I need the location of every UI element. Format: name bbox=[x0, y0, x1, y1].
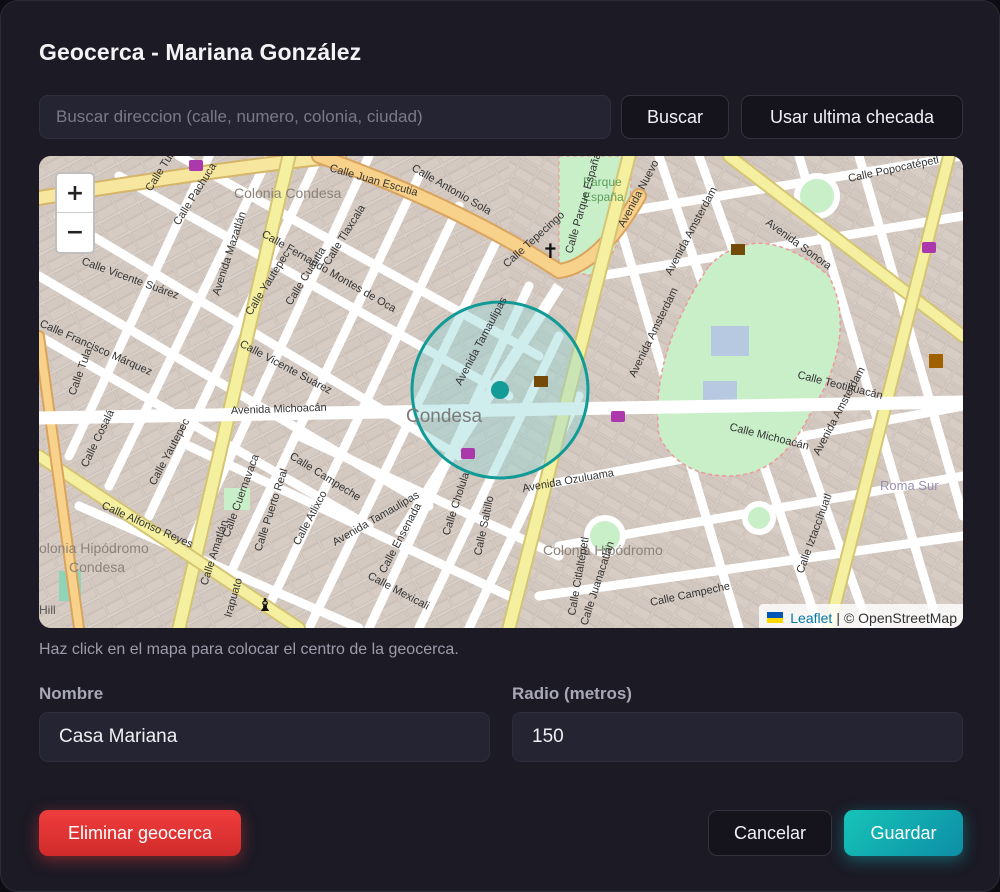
label-colonia-condesa: Colonia Condesa bbox=[234, 185, 342, 201]
geofence-dialog: Geocerca - Mariana González Buscar Usar … bbox=[0, 0, 1000, 892]
osm-attribution[interactable]: © OpenStreetMap bbox=[844, 610, 957, 626]
cancel-button[interactable]: Cancelar bbox=[708, 810, 832, 856]
name-input[interactable] bbox=[39, 712, 490, 762]
book-icon bbox=[534, 376, 548, 387]
map-tiles[interactable]: ✝ ♝ Colonia Condesa Condesa olonia Hipód… bbox=[39, 156, 963, 628]
shop-icon bbox=[189, 160, 203, 171]
shop-icon bbox=[611, 411, 625, 422]
map-hint: Haz click en el mapa para colocar el cen… bbox=[39, 641, 459, 658]
delete-geofence-button[interactable]: Eliminar geocerca bbox=[39, 810, 241, 856]
save-button[interactable]: Guardar bbox=[844, 810, 963, 856]
map-container[interactable]: ✝ ♝ Colonia Condesa Condesa olonia Hipód… bbox=[39, 156, 963, 628]
label-condesa: Condesa bbox=[406, 406, 482, 427]
svg-text:✝: ✝ bbox=[542, 239, 559, 263]
label-colonia-hipodromo-left: olonia Hipódromo bbox=[39, 540, 149, 556]
radius-label: Radio (metros) bbox=[512, 684, 632, 703]
chess-icon: ♝ bbox=[257, 595, 273, 616]
name-label: Nombre bbox=[39, 684, 104, 703]
church-icon: ✝ bbox=[542, 239, 559, 263]
attribution-separator: | bbox=[836, 609, 840, 626]
zoom-out-button[interactable]: − bbox=[57, 213, 93, 252]
use-last-checkin-button[interactable]: Usar ultima checada bbox=[741, 95, 963, 139]
label-hill: Hill bbox=[39, 603, 56, 617]
parque-pond bbox=[711, 326, 749, 356]
radius-input[interactable] bbox=[512, 712, 963, 762]
geofence-center-marker[interactable] bbox=[491, 381, 509, 399]
cinema-icon bbox=[929, 354, 943, 368]
ukraine-flag-icon bbox=[767, 612, 784, 623]
zoom-in-button[interactable]: + bbox=[57, 174, 93, 213]
label-condesa-bottom: Condesa bbox=[69, 559, 125, 575]
search-row: Buscar Usar ultima checada bbox=[39, 95, 963, 139]
svg-text:♝: ♝ bbox=[257, 595, 273, 616]
label-roma-sur: Roma Sur bbox=[880, 478, 939, 493]
roundabout bbox=[742, 501, 776, 535]
book-icon bbox=[731, 244, 745, 255]
address-search-input[interactable] bbox=[39, 95, 611, 139]
search-button[interactable]: Buscar bbox=[621, 95, 729, 139]
shop-icon bbox=[922, 242, 936, 253]
shop-icon bbox=[461, 448, 475, 459]
leaflet-link[interactable]: Leaflet bbox=[790, 610, 832, 626]
zoom-control: + − bbox=[55, 172, 95, 254]
map-attribution: Leaflet | © OpenStreetMap bbox=[759, 604, 963, 628]
dialog-title: Geocerca - Mariana González bbox=[39, 39, 362, 65]
